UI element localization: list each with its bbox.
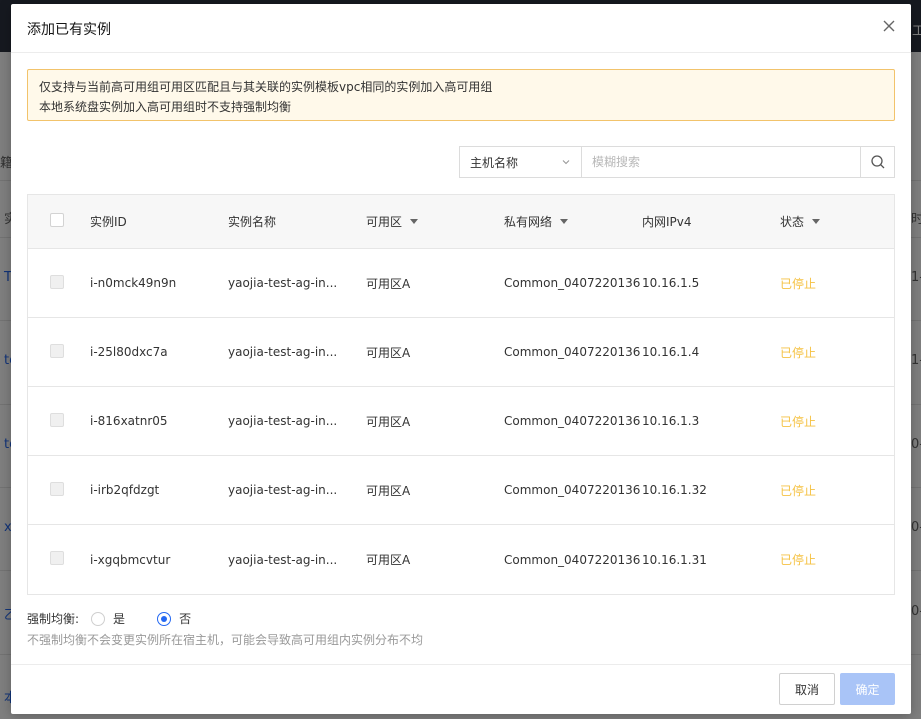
row-checkbox[interactable] [50, 274, 64, 289]
instance-zone: 可用区A [366, 276, 411, 291]
filter-caret-icon[interactable] [560, 219, 569, 224]
instance-zone: 可用区A [366, 483, 411, 498]
dialog-title: 添加已有实例 [27, 22, 111, 38]
force-balance-no-option[interactable]: 否 [157, 610, 191, 627]
status-badge: 已停止 [780, 414, 817, 429]
force-balance-row: 强制均衡: 是 否 [27, 610, 191, 627]
cancel-button[interactable]: 取消 [779, 673, 835, 705]
instance-zone: 可用区A [366, 414, 411, 429]
add-instance-dialog: 添加已有实例 仅支持与当前高可用组可用区匹配且与其关联的实例模板vpc相同的实例… [11, 4, 911, 714]
chevron-down-icon [562, 160, 570, 165]
instance-vpc: Common_0407220136 [504, 483, 641, 497]
instance-zone: 可用区A [366, 345, 411, 360]
instance-vpc: Common_0407220136 [504, 552, 641, 567]
instance-name: yaojia-test-ag-in... [228, 345, 338, 359]
search-input[interactable] [581, 146, 861, 178]
notice-line: 仅支持与当前高可用组可用区匹配且与其关联的实例模板vpc相同的实例加入高可用组 [39, 80, 493, 94]
force-balance-hint: 不强制均衡不会变更实例所在宿主机，可能会导致高可用组内实例分布不均 [27, 633, 424, 647]
column-header-status[interactable]: 状态 [780, 213, 890, 230]
notice-banner: 仅支持与当前高可用组可用区匹配且与其关联的实例模板vpc相同的实例加入高可用组 … [27, 69, 895, 121]
instance-name: yaojia-test-ag-in... [228, 552, 338, 567]
search-field-select[interactable]: 主机名称 [459, 146, 581, 178]
column-header-vpc[interactable]: 私有网络 [504, 210, 642, 234]
row-checkbox-cell [28, 551, 90, 568]
row-checkbox-cell [28, 343, 90, 361]
instance-table: 实例ID 实例名称 可用区 私有网络 内网IPv4 状态 i-n0mck49n9… [27, 194, 895, 595]
instance-vpc: Common_0407220136 [504, 345, 641, 359]
filter-caret-icon[interactable] [812, 219, 821, 224]
column-header-name: 实例名称 [228, 215, 277, 229]
instance-id: i-816xatnr05 [90, 414, 168, 428]
instance-vpc: Common_0407220136 [504, 414, 641, 428]
row-checkbox[interactable] [50, 343, 64, 358]
table-row: i-xgqbmcvtur yaojia-test-ag-in... 可用区A C… [28, 525, 894, 594]
search-field-value: 主机名称 [470, 155, 519, 170]
row-checkbox[interactable] [50, 481, 64, 496]
table-row: i-25l80dxc7a yaojia-test-ag-in... 可用区A C… [28, 318, 894, 387]
instance-vpc: Common_0407220136 [504, 276, 641, 290]
instance-ip: 10.16.1.5 [642, 276, 700, 290]
table-row: i-816xatnr05 yaojia-test-ag-in... 可用区A C… [28, 387, 894, 456]
status-badge: 已停止 [780, 345, 817, 360]
instance-id: i-n0mck49n9n [90, 276, 177, 290]
row-checkbox-cell [28, 274, 90, 292]
instance-id: i-xgqbmcvtur [90, 552, 171, 567]
row-checkbox[interactable] [50, 412, 64, 427]
dialog-footer: 取消 确定 [11, 664, 911, 714]
force-balance-label: 强制均衡: [27, 612, 80, 626]
table-row: i-irb2qfdzgt yaojia-test-ag-in... 可用区A C… [28, 456, 894, 525]
row-checkbox-cell [28, 412, 90, 430]
search-icon [870, 155, 884, 169]
row-checkbox-cell [28, 481, 90, 499]
instance-id: i-irb2qfdzgt [90, 483, 160, 497]
filter-caret-icon[interactable] [410, 219, 419, 224]
close-icon[interactable] [881, 18, 897, 34]
status-badge: 已停止 [780, 483, 817, 498]
select-all-checkbox[interactable] [50, 213, 64, 227]
column-header-zone-label: 可用区 [366, 215, 403, 229]
search-bar: 主机名称 [459, 146, 895, 178]
force-balance-yes-option[interactable]: 是 [91, 610, 125, 627]
radio-yes[interactable] [91, 611, 106, 626]
column-header-ip: 内网IPv4 [642, 215, 692, 229]
header-checkbox-cell [28, 213, 90, 230]
column-header-zone[interactable]: 可用区 [366, 213, 504, 230]
instance-ip: 10.16.1.32 [642, 483, 707, 497]
instance-id: i-25l80dxc7a [90, 345, 168, 359]
notice-line: 本地系统盘实例加入高可用组时不支持强制均衡 [39, 100, 292, 114]
instance-ip: 10.16.1.4 [642, 345, 700, 359]
dialog-header: 添加已有实例 [11, 4, 911, 53]
column-header-id: 实例ID [90, 215, 127, 229]
row-checkbox[interactable] [50, 551, 64, 565]
radio-yes-label: 是 [113, 612, 126, 626]
instance-name: yaojia-test-ag-in... [228, 414, 338, 428]
radio-no[interactable] [157, 611, 172, 626]
instance-name: yaojia-test-ag-in... [228, 483, 338, 497]
status-badge: 已停止 [780, 553, 817, 567]
instance-name: yaojia-test-ag-in... [228, 276, 338, 290]
column-header-status-label: 状态 [780, 215, 805, 229]
status-badge: 已停止 [780, 276, 817, 291]
search-button[interactable] [861, 146, 895, 178]
instance-ip: 10.16.1.3 [642, 414, 700, 428]
table-header: 实例ID 实例名称 可用区 私有网络 内网IPv4 状态 [28, 195, 894, 249]
column-header-vpc-label: 私有网络 [504, 214, 553, 229]
confirm-button[interactable]: 确定 [840, 673, 895, 705]
instance-ip: 10.16.1.31 [642, 552, 707, 567]
table-row: i-n0mck49n9n yaojia-test-ag-in... 可用区A C… [28, 249, 894, 318]
instance-zone: 可用区A [366, 553, 411, 567]
radio-no-label: 否 [179, 612, 192, 626]
